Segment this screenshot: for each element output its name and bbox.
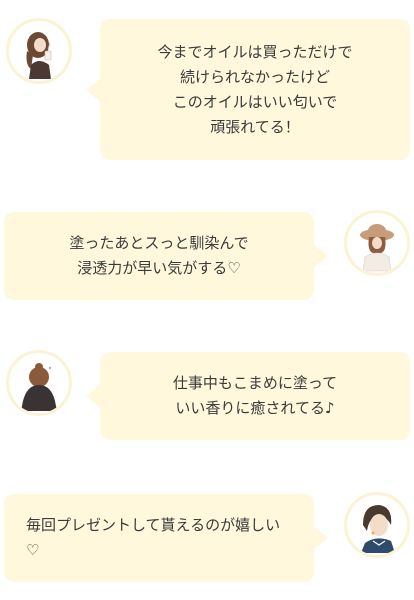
woman-short-hair-avatar-icon: [344, 492, 410, 558]
testimonial-1-line-2: 続けられなかったけど: [179, 67, 330, 86]
woman-short-hair-illustration: [361, 505, 395, 553]
testimonial-4-text: 毎回プレゼントして貰えるのが嬉しい♡: [26, 516, 281, 559]
testimonial-2-line-2: 浸透力が早い気がする♡: [77, 259, 241, 277]
testimonial-3-line-1: 仕事中もこまめに塗って: [172, 374, 338, 392]
woman-dark-coat-illustration: [21, 363, 57, 411]
woman-dark-coat-avatar-icon: [6, 350, 72, 416]
woman-long-hair-avatar-icon: [6, 18, 72, 84]
testimonial-1-line-1: 今までオイルは買っただけで: [157, 42, 353, 61]
testimonial-bubble-1: 今までオイルは買っただけで 続けられなかったけど このオイルはいい匂いで 頑張れ…: [100, 19, 410, 160]
testimonial-3-line-2: いい香りに癒されてる♪: [175, 399, 335, 417]
woman-long-hair-illustration: [26, 32, 52, 79]
testimonial-1-line-4: 頑張れてる！: [210, 117, 300, 136]
testimonial-2-line-1: 塗ったあとスっと馴染んで: [69, 234, 249, 252]
testimonial-bubble-3: 仕事中もこまめに塗って いい香りに癒されてる♪: [100, 352, 410, 440]
testimonial-bubble-4: 毎回プレゼントして貰えるのが嬉しい♡: [4, 494, 314, 582]
woman-hat-avatar-icon: [344, 210, 410, 276]
woman-hat-illustration: [360, 224, 394, 272]
testimonials-section: 今までオイルは買っただけで 続けられなかったけど このオイルはいい匂いで 頑張れ…: [0, 0, 414, 600]
testimonial-1-line-3: このオイルはいい匂いで: [172, 92, 338, 111]
testimonial-bubble-2: 塗ったあとスっと馴染んで 浸透力が早い気がする♡: [4, 212, 314, 300]
